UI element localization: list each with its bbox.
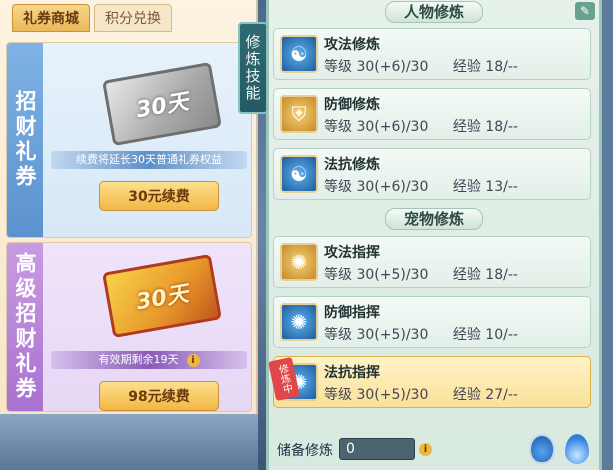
level-value: 30(+6)/30 <box>356 59 429 75</box>
paw-shield-icon: ✺ <box>280 303 318 341</box>
item-name: 法抗指挥 <box>324 365 380 381</box>
tab-cultivation-skills[interactable]: 修炼技能 <box>238 22 268 114</box>
exp-label: 经验 <box>452 179 481 195</box>
list-item[interactable]: ⛨ 防御修炼 等级 30(+6)/30 经验 18/-- <box>273 88 591 140</box>
exp-label: 经验 <box>452 267 481 283</box>
exp-label: 经验 <box>452 327 481 343</box>
card-title: 招财礼券 <box>7 43 43 237</box>
fortune-coupon-card: 招财礼券 30天 续费将延长30天普通礼券权益 30元续费 <box>6 42 252 238</box>
item-name: 防御修炼 <box>324 97 380 113</box>
background-strip <box>602 0 613 470</box>
item-stats: 等级 30(+5)/30 经验 10/-- <box>324 324 518 344</box>
renew-30-button[interactable]: 30元续费 <box>99 181 219 211</box>
item-stats: 等级 30(+6)/30 经验 13/-- <box>324 176 518 196</box>
exp-label: 经验 <box>452 119 481 135</box>
renew-98-button[interactable]: 98元续费 <box>99 381 219 411</box>
item-name: 防御指挥 <box>324 305 380 321</box>
level-value: 30(+6)/30 <box>356 119 429 135</box>
potion-icon[interactable] <box>529 434 555 464</box>
level-label: 等级 <box>324 327 352 343</box>
level-label: 等级 <box>324 179 352 195</box>
paw-icon: ✺ <box>280 243 318 281</box>
shop-panel: 礼券商城 积分兑换 招财礼券 30天 续费将延长30天普通礼券权益 30元续费 … <box>0 0 258 470</box>
item-name: 攻法指挥 <box>324 245 380 261</box>
shop-tabs: 礼券商城 积分兑换 <box>12 4 172 34</box>
tab-points-exchange[interactable]: 积分兑换 <box>94 4 172 32</box>
card-note: 有效期剩余19天 i <box>51 351 247 369</box>
exp-value: 18/-- <box>485 119 518 135</box>
exp-value: 13/-- <box>485 179 518 195</box>
card-title: 高级招财礼券 <box>7 243 43 411</box>
section-header: 宠物修炼 <box>269 208 599 230</box>
panel-footer: 储备修炼 0 i <box>269 430 599 470</box>
shop-bottom-decor <box>0 414 258 470</box>
section-header-label: 人物修炼 <box>384 1 483 23</box>
level-value: 30(+5)/30 <box>356 327 429 343</box>
item-stats: 等级 30(+6)/30 经验 18/-- <box>324 116 518 136</box>
tab-coupon-mall[interactable]: 礼券商城 <box>12 4 90 32</box>
info-icon[interactable]: i <box>186 353 200 367</box>
list-item-selected[interactable]: ✺ 修炼中 法抗指挥 等级 30(+5)/30 经验 27/-- <box>268 356 591 408</box>
section-header-label: 宠物修炼 <box>384 208 483 230</box>
yin-yang-shield-icon: ☯ <box>280 155 318 193</box>
info-icon[interactable]: i <box>419 443 432 456</box>
exp-label: 经验 <box>452 59 481 75</box>
blue-flame-icon[interactable] <box>565 434 589 464</box>
item-name: 法抗修炼 <box>324 157 380 173</box>
reserve-value-field[interactable]: 0 <box>339 438 415 460</box>
list-item[interactable]: ☯ 法抗修炼 等级 30(+6)/30 经验 13/-- <box>273 148 591 200</box>
level-value: 30(+5)/30 <box>356 267 429 283</box>
level-value: 30(+6)/30 <box>356 179 429 195</box>
cultivation-panel: 人物修炼 ✎ ☯ 攻法修炼 等级 30(+6)/30 经验 18/-- ⛨ 防御… <box>266 0 602 470</box>
section-header: 人物修炼 <box>269 1 599 23</box>
exp-value: 18/-- <box>485 267 518 283</box>
exp-label: 经验 <box>452 387 481 403</box>
premium-fortune-coupon-card: 高级招财礼券 30天 有效期剩余19天 i 98元续费 <box>6 242 252 412</box>
edit-icon[interactable]: ✎ <box>575 2 595 20</box>
list-item[interactable]: ✺ 攻法指挥 等级 30(+5)/30 经验 18/-- <box>273 236 591 288</box>
item-stats: 等级 30(+5)/30 经验 18/-- <box>324 264 518 284</box>
level-label: 等级 <box>324 267 352 283</box>
list-item[interactable]: ☯ 攻法修炼 等级 30(+6)/30 经验 18/-- <box>273 28 591 80</box>
level-label: 等级 <box>324 387 352 403</box>
item-stats: 等级 30(+5)/30 经验 27/-- <box>324 384 518 404</box>
exp-value: 18/-- <box>485 59 518 75</box>
item-stats: 等级 30(+6)/30 经验 18/-- <box>324 56 518 76</box>
reserve-label: 储备修炼 <box>277 443 333 459</box>
level-label: 等级 <box>324 119 352 135</box>
shield-icon: ⛨ <box>280 95 318 133</box>
person-meditate-icon: ☯ <box>280 35 318 73</box>
gold-ticket-icon: 30天 <box>102 253 222 339</box>
silver-ticket-icon: 30天 <box>102 61 222 147</box>
list-item[interactable]: ✺ 防御指挥 等级 30(+5)/30 经验 10/-- <box>273 296 591 348</box>
exp-value: 10/-- <box>485 327 518 343</box>
card-note: 续费将延长30天普通礼券权益 <box>51 151 247 169</box>
item-name: 攻法修炼 <box>324 37 380 53</box>
level-label: 等级 <box>324 59 352 75</box>
remaining-days-text: 有效期剩余19天 <box>98 353 179 366</box>
exp-value: 27/-- <box>485 387 518 403</box>
level-value: 30(+5)/30 <box>356 387 429 403</box>
